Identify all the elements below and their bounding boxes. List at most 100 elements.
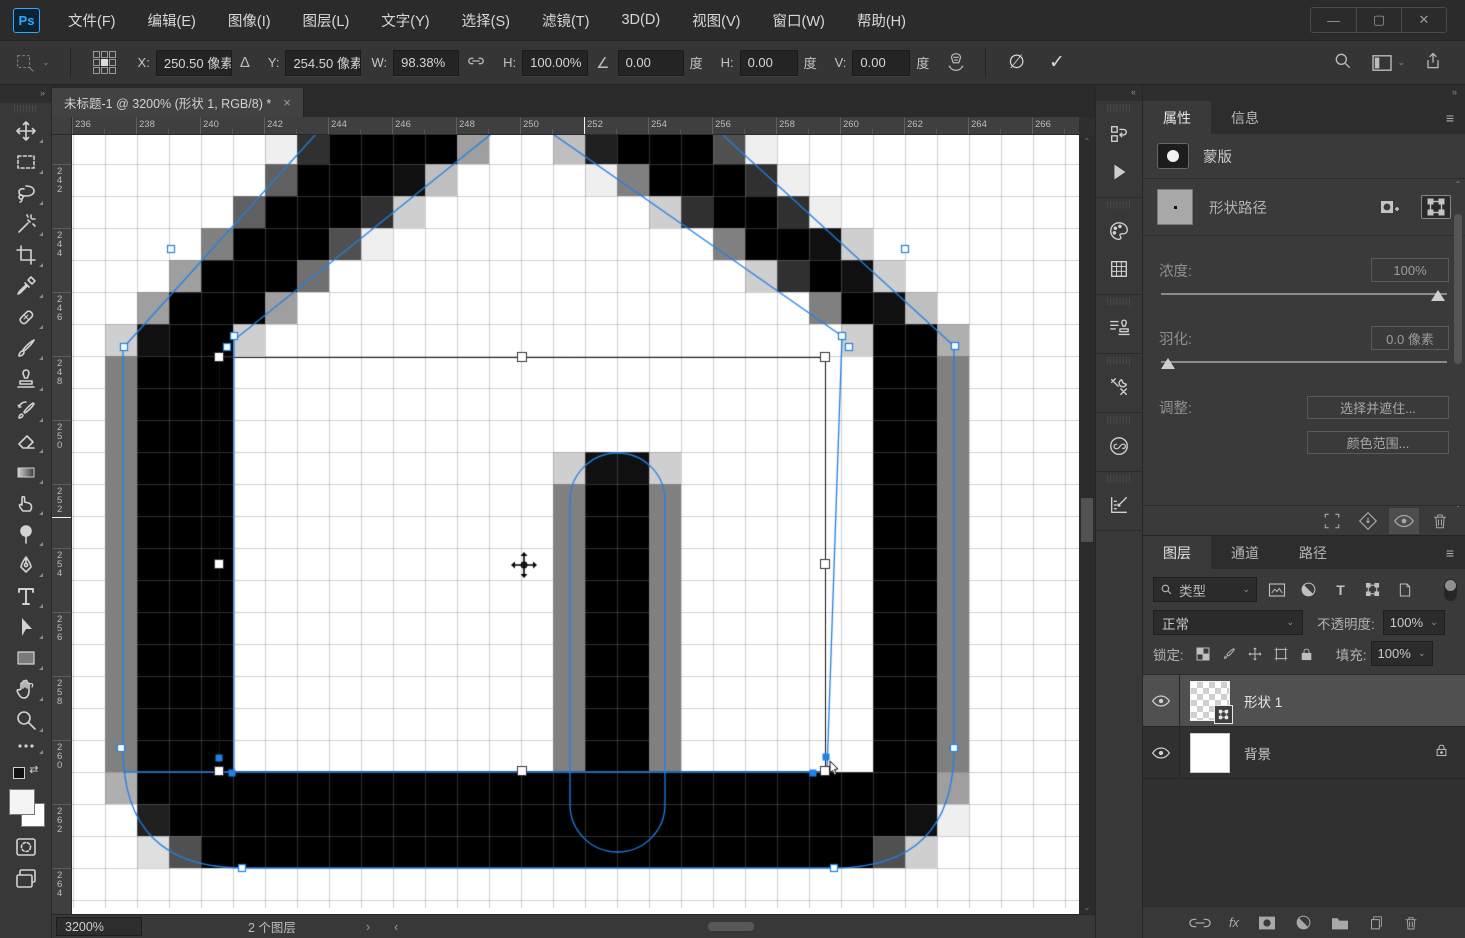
layer-name[interactable]: 形状 1 [1244, 691, 1282, 711]
apply-mask-icon[interactable] [1353, 508, 1383, 534]
horizontal-ruler[interactable]: 2362382402422442462482502522542562582602… [72, 117, 1079, 135]
lock-artboard-icon[interactable] [1270, 643, 1292, 665]
move-tool[interactable] [6, 115, 46, 146]
menu-3DD[interactable]: 3D(D) [605, 0, 676, 40]
filter-shape-layers-icon[interactable] [1360, 577, 1385, 602]
menu-L[interactable]: 图层(L) [287, 0, 366, 40]
hand-tool[interactable] [6, 673, 46, 704]
history-brush-tool[interactable] [6, 394, 46, 425]
properties-scrollbar[interactable]: ⌃ ⌄ [1453, 194, 1463, 495]
layer-visibility-eye-icon[interactable] [1143, 727, 1180, 778]
interpolation-icon[interactable] [945, 50, 967, 76]
adjustment-layer-icon[interactable] [1295, 914, 1312, 931]
vertical-ruler[interactable]: 2 4 02 4 22 4 42 4 62 4 82 5 02 5 22 5 4… [52, 135, 72, 914]
eyedropper-tool[interactable] [6, 270, 46, 301]
history-panel-icon[interactable] [1099, 115, 1139, 153]
new-group-folder-icon[interactable] [1330, 915, 1350, 931]
screen-mode-button[interactable] [6, 862, 46, 893]
color-panel-icon[interactable] [1099, 212, 1139, 250]
load-selection-from-mask-icon[interactable] [1317, 508, 1347, 534]
lock-position-icon[interactable] [1244, 643, 1266, 665]
layer-thumbnail-shape1[interactable] [1190, 681, 1230, 721]
dodge-tool[interactable] [6, 518, 46, 549]
add-layer-mask-icon[interactable] [1257, 915, 1277, 931]
toolbar-grip[interactable]: |||||||| [13, 105, 38, 113]
feather-slider[interactable] [1161, 358, 1447, 372]
prop-scroll-up-icon[interactable]: ⌃ [1453, 180, 1463, 189]
menu-S[interactable]: 选择(S) [446, 0, 526, 40]
reference-point-locator[interactable] [93, 51, 116, 74]
tab-properties[interactable]: 属性 [1143, 101, 1211, 134]
layer-visibility-eye-icon[interactable] [1143, 675, 1180, 726]
scroll-left-icon[interactable]: ‹ [394, 920, 398, 934]
select-and-mask-button[interactable]: 选择并遮住... [1307, 396, 1449, 419]
opacity-field[interactable]: 100% ⌄ [1383, 610, 1445, 635]
rotation-field[interactable]: 0.00 [618, 50, 684, 76]
zoom-level-field[interactable]: 3200% [56, 917, 142, 936]
panels-collapse-icon[interactable]: » [1143, 85, 1465, 101]
toolbar-collapse-icon[interactable]: » [0, 85, 51, 103]
menu-W[interactable]: 窗口(W) [757, 0, 841, 40]
color-range-button[interactable]: 颜色范围... [1307, 431, 1449, 454]
layer-row-background[interactable]: 背景 [1143, 727, 1465, 779]
foreground-background-colors[interactable] [7, 789, 45, 827]
maximize-button[interactable]: ▢ [1356, 8, 1401, 32]
menu-V[interactable]: 视图(V) [676, 0, 756, 40]
ruler-origin-corner[interactable] [52, 117, 72, 135]
pen-tool[interactable] [6, 549, 46, 580]
layer-thumbnail-background[interactable] [1190, 733, 1230, 773]
tool-preset-chevron-icon[interactable]: ⌄ [42, 57, 50, 68]
magic-wand-tool[interactable] [6, 208, 46, 239]
crop-tool[interactable] [6, 239, 46, 270]
status-menu-icon[interactable]: › [366, 920, 370, 934]
workspace-switcher-icon[interactable]: ⌄ [1371, 54, 1405, 72]
smudge-tool[interactable] [6, 487, 46, 518]
strip-collapse-icon[interactable]: « [1096, 85, 1142, 101]
tab-info[interactable]: 信息 [1211, 101, 1279, 134]
menu-H[interactable]: 帮助(H) [841, 0, 922, 40]
quick-mask-mode-button[interactable] [6, 831, 46, 862]
enable-mask-eye-icon[interactable] [1389, 508, 1419, 534]
vector-mask-icon[interactable] [1421, 195, 1451, 219]
commit-transform-icon[interactable]: ✓ [1049, 51, 1065, 74]
filter-pixel-layers-icon[interactable] [1264, 577, 1289, 602]
eraser-tool[interactable] [6, 425, 46, 456]
layer-style-fx-icon[interactable]: fx [1229, 915, 1239, 930]
minimize-button[interactable]: — [1311, 8, 1356, 32]
path-selection-tool[interactable] [6, 611, 46, 642]
menu-E[interactable]: 编辑(E) [132, 0, 212, 40]
brush-tool[interactable] [6, 332, 46, 363]
filter-type-layers-icon[interactable]: T [1328, 577, 1353, 602]
lock-image-pixels-icon[interactable] [1218, 643, 1240, 665]
cancel-transform-icon[interactable]: ∅ [1008, 51, 1025, 74]
foreground-color-swatch[interactable] [9, 789, 35, 815]
layer-filter-type-dropdown[interactable]: 类型 ⌄ [1153, 577, 1257, 602]
tool-presets-panel-icon[interactable] [1099, 368, 1139, 406]
width-field[interactable]: 98.38% [393, 50, 459, 76]
horizontal-scrollbar[interactable] [408, 921, 1095, 933]
layer-filtering-toggle[interactable] [1444, 579, 1457, 601]
feather-value-field[interactable]: 0.0 像素 [1371, 326, 1449, 350]
rectangular-marquee-tool[interactable] [6, 146, 46, 177]
type-tool[interactable] [6, 580, 46, 611]
tab-channels[interactable]: 通道 [1211, 536, 1279, 569]
delete-layer-trash-icon[interactable] [1403, 914, 1419, 932]
lasso-tool[interactable] [6, 177, 46, 208]
density-slider-thumb[interactable] [1431, 290, 1445, 301]
menu-F[interactable]: 文件(F) [52, 0, 132, 40]
clone-source-panel-icon[interactable] [1099, 309, 1139, 347]
actions-panel-icon[interactable] [1099, 153, 1139, 191]
properties-panel-menu-icon[interactable]: ≡ [1434, 101, 1465, 134]
layer-row-shape1[interactable]: 形状 1 [1143, 675, 1465, 727]
close-button[interactable]: ✕ [1401, 8, 1446, 32]
spot-healing-brush-tool[interactable] [6, 301, 46, 332]
layer-name[interactable]: 背景 [1244, 743, 1271, 763]
document-canvas[interactable] [72, 135, 1079, 908]
clone-stamp-tool[interactable] [6, 363, 46, 394]
feather-slider-thumb[interactable] [1161, 358, 1175, 369]
tab-paths[interactable]: 路径 [1279, 536, 1347, 569]
measurement-log-panel-icon[interactable] [1099, 486, 1139, 524]
h-skew-field[interactable]: 0.00 [740, 50, 798, 76]
edit-toolbar-icon[interactable] [6, 735, 46, 757]
scroll-up-icon[interactable]: ⌃ [1079, 137, 1095, 146]
